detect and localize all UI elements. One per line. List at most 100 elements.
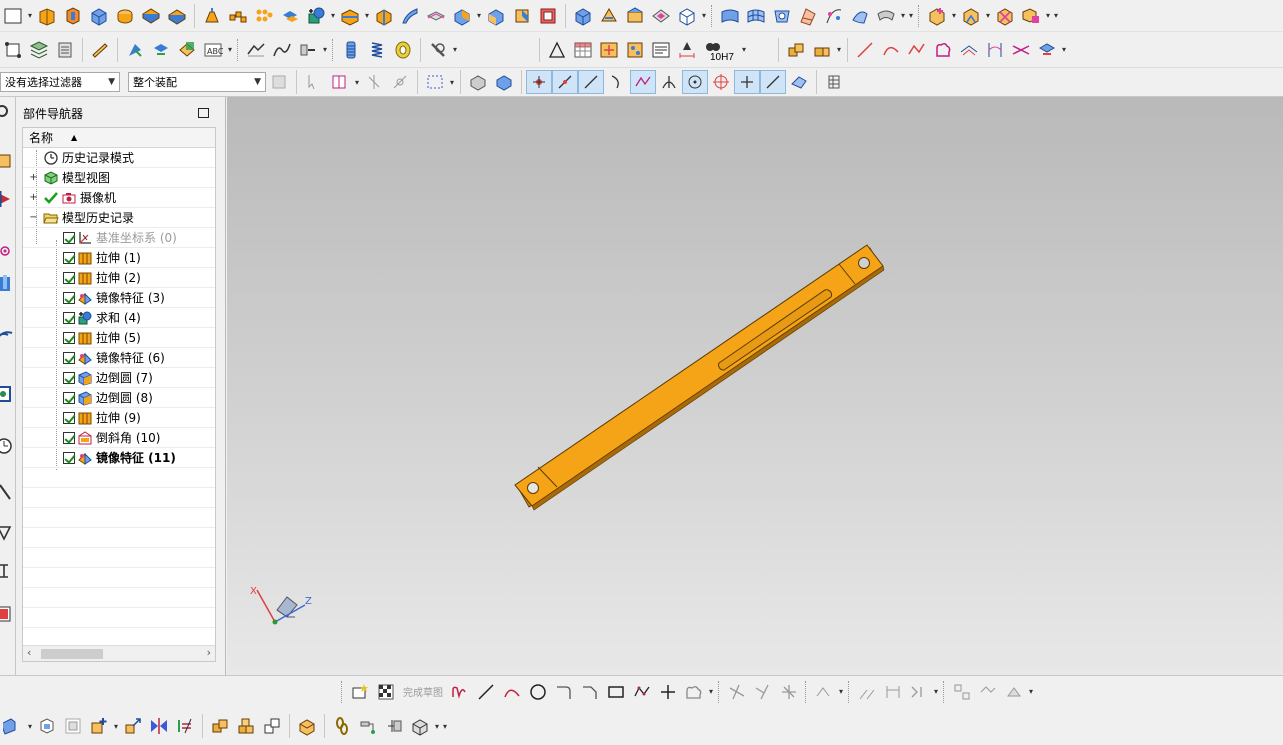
quick-pick-icon[interactable]: [821, 70, 847, 94]
visibility-checkbox[interactable]: [63, 391, 75, 404]
arc-icon[interactable]: [878, 38, 904, 62]
visibility-checkbox[interactable]: [63, 411, 75, 424]
replace-face-icon[interactable]: [449, 4, 475, 28]
dropdown-arrow[interactable]: ▾: [1060, 45, 1068, 54]
chain-link-icon[interactable]: [329, 714, 355, 738]
parts-list-icon[interactable]: [622, 38, 648, 62]
dropdown-arrow[interactable]: ▾: [984, 11, 992, 20]
component-copy-icon[interactable]: [783, 38, 809, 62]
dropdown-arrow[interactable]: ▾: [226, 45, 234, 54]
gear-icon[interactable]: [0, 101, 14, 125]
show-hidden-icon[interactable]: [465, 70, 491, 94]
component-array-icon[interactable]: [259, 714, 285, 738]
dropdown-arrow[interactable]: ▾: [433, 722, 441, 731]
swept-surface-icon[interactable]: [795, 4, 821, 28]
feature-row-datum-csys[interactable]: 基准坐标系 (0): [23, 228, 215, 248]
sketch-point-icon[interactable]: [655, 680, 681, 704]
web-browser-icon[interactable]: [0, 327, 14, 351]
feature-rule-icon[interactable]: [327, 70, 353, 94]
dropdown-arrow[interactable]: ▾: [363, 11, 371, 20]
pull-face-icon[interactable]: [509, 4, 535, 28]
scroll-left-icon[interactable]: ‹: [27, 646, 31, 659]
split-body-icon[interactable]: [371, 4, 397, 28]
name-column-header[interactable]: 名称 ▲: [23, 128, 215, 148]
make-corner-icon[interactable]: [776, 680, 802, 704]
snap-midpoint-icon[interactable]: [552, 70, 578, 94]
link-bar-part[interactable]: [514, 244, 885, 511]
combine-icon[interactable]: [277, 4, 303, 28]
toolbar-grip[interactable]: [918, 4, 921, 27]
process-studio-icon[interactable]: [0, 521, 14, 545]
sketch-line-icon[interactable]: [473, 680, 499, 704]
tree-node-cameras[interactable]: + 摄像机: [23, 188, 215, 208]
pad-icon[interactable]: [535, 4, 561, 28]
dropdown-arrow[interactable]: ▾: [1044, 11, 1052, 20]
visibility-checkbox[interactable]: [63, 431, 75, 444]
sketch-icon[interactable]: [0, 4, 26, 28]
visibility-checkbox[interactable]: [63, 331, 75, 344]
select-component-icon[interactable]: [266, 70, 292, 94]
auto-constrain-icon[interactable]: [975, 680, 1001, 704]
emboss-body-icon[interactable]: [596, 4, 622, 28]
draft-icon[interactable]: [199, 4, 225, 28]
dropdown-arrow[interactable]: ▾: [112, 722, 120, 731]
move-to-layer-icon[interactable]: [52, 38, 78, 62]
quick-trim-icon[interactable]: [724, 680, 750, 704]
visibility-checkbox[interactable]: [63, 311, 75, 324]
trim-body-icon[interactable]: [337, 4, 363, 28]
dropdown-arrow[interactable]: ▾: [899, 11, 907, 20]
dropdown-arrow[interactable]: ▾: [1027, 687, 1035, 696]
snap-endpoint-icon[interactable]: [526, 70, 552, 94]
ruled-surface-icon[interactable]: [873, 4, 899, 28]
visibility-checkbox[interactable]: [63, 351, 75, 364]
exploded-view-icon[interactable]: [34, 714, 60, 738]
tree-node-history-mode[interactable]: 历史记录模式: [23, 148, 215, 168]
visibility-checkbox[interactable]: [63, 271, 75, 284]
snap-quadrant-icon[interactable]: [708, 70, 734, 94]
thicken-icon[interactable]: [164, 4, 190, 28]
toolbar-grip[interactable]: [718, 680, 721, 703]
toolbar-grip[interactable]: [711, 4, 714, 27]
wave-interpart-icon[interactable]: [355, 714, 381, 738]
rapid-dimension-icon[interactable]: [854, 680, 880, 704]
block-icon[interactable]: [86, 4, 112, 28]
dropdown-arrow[interactable]: ▾: [26, 11, 34, 20]
silhouette-flange-icon[interactable]: [243, 38, 269, 62]
replace-component-icon[interactable]: [1018, 4, 1044, 28]
snap-control-point-icon[interactable]: [630, 70, 656, 94]
assembly-add-icon[interactable]: [924, 4, 950, 28]
text-feature-icon[interactable]: ABC: [200, 38, 226, 62]
tree-node-model-history[interactable]: − 模型历史记录: [23, 208, 215, 228]
toolbar-grip[interactable]: [848, 680, 851, 703]
curve-loop-icon[interactable]: [930, 38, 956, 62]
synchronous-move-icon[interactable]: [122, 38, 148, 62]
sketch-polygon-icon[interactable]: [629, 680, 655, 704]
sketch-circle-icon[interactable]: [525, 680, 551, 704]
body-symbol-icon[interactable]: [674, 4, 700, 28]
expand-icon[interactable]: +: [29, 192, 38, 203]
feature-row-mirror-feature[interactable]: 镜像特征 (3): [23, 288, 215, 308]
styled-blend-icon[interactable]: [269, 38, 295, 62]
assembly-navigator-icon[interactable]: [0, 151, 14, 175]
fastener-icon[interactable]: [425, 38, 451, 62]
washer-icon[interactable]: [390, 38, 416, 62]
sketch-rectangle-icon[interactable]: [603, 680, 629, 704]
move-face-icon[interactable]: [483, 4, 509, 28]
dropdown-arrow[interactable]: ▾: [835, 45, 843, 54]
offset-face-icon[interactable]: [423, 4, 449, 28]
projection-curve-icon[interactable]: [982, 38, 1008, 62]
geometric-constraint-icon[interactable]: [906, 680, 932, 704]
dropdown-arrow[interactable]: ▾: [26, 722, 34, 731]
synchronous-offset-icon[interactable]: [174, 38, 200, 62]
bridge-curve-icon[interactable]: [1034, 38, 1060, 62]
dropdown-arrow[interactable]: ▾: [740, 45, 748, 54]
add-component-icon[interactable]: [86, 714, 112, 738]
synchronous-pull-icon[interactable]: [148, 38, 174, 62]
interference-check-icon[interactable]: [172, 714, 198, 738]
move-component-icon[interactable]: [120, 714, 146, 738]
sketch-chamfer-icon[interactable]: [577, 680, 603, 704]
graphics-window[interactable]: X Z: [227, 97, 1283, 675]
sketch-offset-icon[interactable]: [681, 680, 707, 704]
toolbar-overflow-arrow[interactable]: ▾: [441, 722, 449, 731]
shaded-view-icon[interactable]: [491, 70, 517, 94]
